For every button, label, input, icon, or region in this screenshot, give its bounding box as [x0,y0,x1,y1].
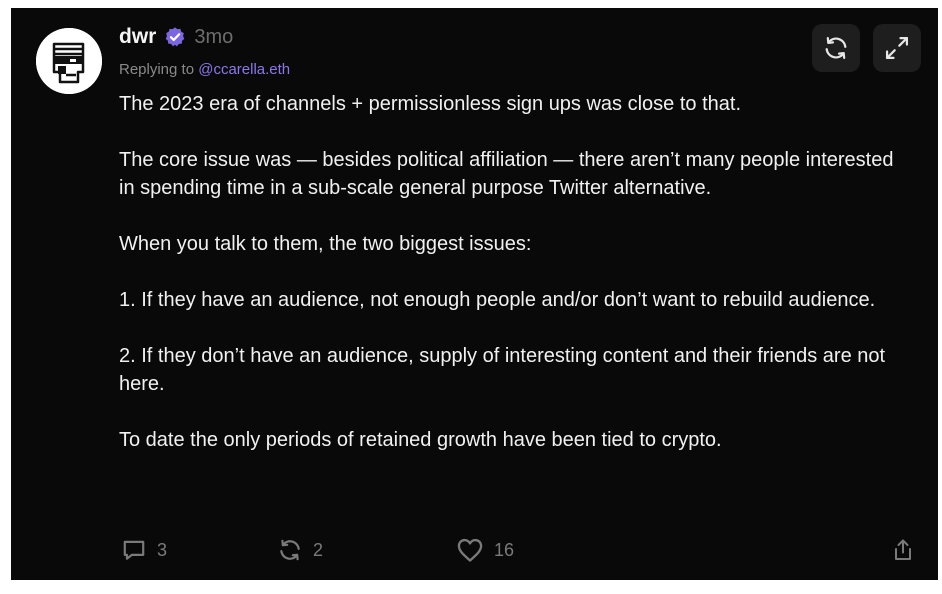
refresh-icon [825,36,847,60]
reply-count: 3 [157,539,168,560]
verified-badge-icon [164,26,186,48]
cast-paragraph: The 2023 era of channels + permissionles… [119,93,742,115]
cast-body: The 2023 era of channels + permissionles… [119,90,909,454]
recast-count: 2 [313,539,324,560]
heart-icon [457,538,483,562]
cast-card: dwr 3mo Replying to @ccarella.eth The 20… [11,8,938,580]
cast-paragraph: 2. If they don’t have an audience, suppl… [119,345,886,395]
share-button[interactable] [891,537,915,563]
replying-to-label: Replying to [119,61,195,78]
timestamp[interactable]: 3mo [194,26,233,49]
avatar-icon [36,28,102,94]
cast-header: dwr 3mo [119,25,233,49]
replying-to-handle[interactable]: @ccarella.eth [198,61,290,78]
like-button[interactable]: 16 [456,537,514,563]
author-name[interactable]: dwr [119,25,156,49]
expand-icon [885,36,909,60]
expand-button[interactable] [873,24,921,72]
recast-button[interactable]: 2 [277,537,323,563]
like-count: 16 [494,539,515,560]
cast-paragraph: To date the only periods of retained gro… [119,429,722,451]
cast-paragraph: 1. If they have an audience, not enough … [119,289,876,311]
replying-to-line: Replying to @ccarella.eth [119,61,290,78]
share-icon [895,539,911,560]
cast-paragraph: When you talk to them, the two biggest i… [119,233,532,255]
cast-paragraph: The core issue was — besides political a… [119,149,894,199]
recast-icon [280,539,300,561]
reply-button[interactable]: 3 [121,537,167,563]
avatar[interactable] [36,28,102,94]
refresh-button[interactable] [812,24,860,72]
comment-icon [123,540,145,560]
